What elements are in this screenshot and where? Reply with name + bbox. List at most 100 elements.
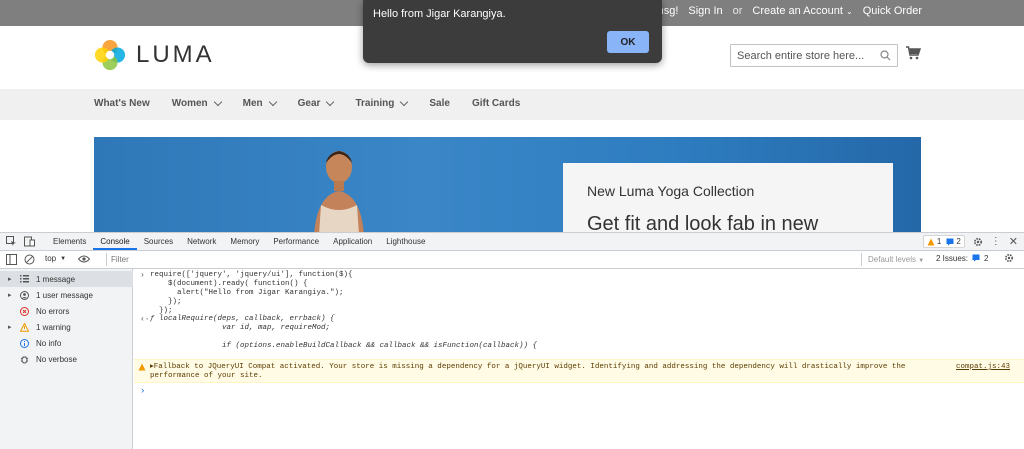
console-code-line: $(document).ready( function() { bbox=[150, 280, 308, 288]
nav-item-sale[interactable]: Sale bbox=[429, 98, 450, 109]
bug-icon bbox=[18, 355, 30, 364]
create-account-link[interactable]: Create an Account ⌄ bbox=[752, 5, 852, 17]
more-options-icon[interactable]: ⋮ bbox=[991, 236, 1001, 247]
sidebar-item-no-info[interactable]: No info bbox=[0, 335, 133, 351]
sidebar-item-label: 1 user message bbox=[36, 290, 93, 300]
warning-source-link[interactable]: compat.js:43 bbox=[956, 363, 1010, 371]
sidebar-item-label: No errors bbox=[36, 306, 70, 316]
alert-ok-button[interactable]: OK bbox=[607, 31, 649, 53]
issues-label: 2 Issues: bbox=[936, 253, 969, 263]
cart-icon[interactable] bbox=[905, 46, 921, 60]
eye-icon[interactable] bbox=[78, 255, 91, 263]
devtools-tabbar: Elements Console Sources Network Memory Perfo… bbox=[0, 233, 1024, 251]
nav-list: What's New Women Men Gear Training Sale Gift C… bbox=[94, 97, 542, 109]
hero-banner[interactable]: New Luma Yoga Collection Get fit and loo… bbox=[94, 137, 921, 232]
luma-logo[interactable]: LUMA bbox=[94, 39, 215, 71]
tab-application[interactable]: Application bbox=[326, 233, 379, 250]
console-input-entry: › require(['jquery', 'jquery/ui'], funct… bbox=[140, 271, 353, 316]
nav-item-label: Women bbox=[171, 98, 208, 109]
expand-arrow-icon[interactable]: ▸ bbox=[8, 323, 16, 331]
list-icon bbox=[18, 275, 30, 283]
nav-item-label: Gift Cards bbox=[471, 98, 521, 109]
tab-sources[interactable]: Sources bbox=[137, 233, 180, 250]
inspect-element-icon[interactable] bbox=[6, 236, 17, 247]
quick-order-link[interactable]: Quick Order bbox=[863, 5, 922, 17]
issues-button[interactable]: 2 Issues: 2 bbox=[936, 253, 1014, 263]
close-devtools-icon[interactable]: ✕ bbox=[1009, 236, 1018, 247]
alert-message: Hello from Jigar Karangiya. bbox=[373, 8, 506, 20]
devtools-tabbar-right: 1 2 ⋮ ✕ bbox=[922, 235, 1018, 248]
tab-lighthouse[interactable]: Lighthouse bbox=[379, 233, 432, 250]
console-code-line: }); bbox=[150, 298, 182, 306]
search-icon[interactable] bbox=[880, 50, 891, 61]
sidebar-toggle-icon[interactable] bbox=[6, 254, 17, 265]
devtools-tabs: Elements Console Sources Network Memory Perfo… bbox=[46, 233, 432, 250]
luma-logo-icon bbox=[94, 39, 126, 71]
yoga-model-image bbox=[314, 151, 364, 232]
console-code-line bbox=[150, 333, 537, 342]
info-icon bbox=[18, 338, 30, 348]
console-prompt[interactable]: › bbox=[140, 386, 145, 396]
console-settings-gear-icon[interactable] bbox=[1004, 253, 1014, 263]
devtools-panel: Elements Console Sources Network Memory Perfo… bbox=[0, 232, 1024, 449]
create-account-label: Create an Account bbox=[752, 5, 843, 17]
console-sidebar: ▸ 1 message ▸ 1 user message No errors ▸ 1 war… bbox=[0, 269, 133, 449]
context-selector[interactable]: top ▼ bbox=[45, 254, 91, 263]
console-output: › require(['jquery', 'jquery/ui'], funct… bbox=[134, 269, 1024, 449]
tab-performance[interactable]: Performance bbox=[266, 233, 326, 250]
tab-elements[interactable]: Elements bbox=[46, 233, 93, 250]
console-code-line: var id, map, requireMod; bbox=[150, 324, 331, 332]
nav-item-what-s-new[interactable]: What's New bbox=[94, 98, 150, 109]
console-code-line: require(['jquery', 'jquery/ui'], functio… bbox=[150, 271, 353, 279]
nav-item-gear[interactable]: Gear bbox=[298, 97, 335, 109]
tab-memory[interactable]: Memory bbox=[223, 233, 266, 250]
warning-icon bbox=[18, 322, 30, 332]
console-code-line: alert("Hello from Jigar Karangiya."); bbox=[150, 289, 344, 297]
nav-item-label: What's New bbox=[94, 98, 150, 109]
user-icon bbox=[18, 290, 30, 300]
warning-icon bbox=[927, 238, 935, 245]
console-output-entry: ‹· ƒ localRequire(deps, callback, errbac… bbox=[140, 315, 537, 351]
warnings-count: 1 bbox=[936, 237, 942, 246]
sidebar-item-1-message[interactable]: ▸ 1 message bbox=[0, 271, 133, 287]
nav-item-men[interactable]: Men bbox=[242, 97, 277, 109]
chevron-down-icon: ⌄ bbox=[846, 7, 853, 16]
console-warning-entry[interactable]: ▸Fallback to JQueryUI Compat activated. … bbox=[134, 359, 1024, 383]
console-filter-input[interactable] bbox=[106, 253, 862, 266]
context-label: top bbox=[45, 254, 57, 263]
issues-count: 2 bbox=[984, 253, 989, 263]
search-input[interactable] bbox=[731, 45, 871, 66]
sidebar-item-1-warning[interactable]: ▸ 1 warning bbox=[0, 319, 133, 335]
nav-item-women[interactable]: Women bbox=[171, 97, 222, 109]
search-box[interactable] bbox=[730, 44, 898, 67]
sidebar-item-no-verbose[interactable]: No verbose bbox=[0, 351, 133, 367]
sidebar-item-1-user-message[interactable]: ▸ 1 user message bbox=[0, 287, 133, 303]
log-levels-dropdown[interactable]: Default levels ▼ bbox=[868, 255, 924, 264]
nav-item-training[interactable]: Training bbox=[355, 97, 409, 109]
input-chevron-icon: › bbox=[140, 271, 145, 280]
console-toolbar: top ▼ Default levels ▼ 2 Issues: 2 bbox=[0, 251, 1024, 269]
promo-card: New Luma Yoga Collection Get fit and loo… bbox=[563, 163, 893, 232]
main-navigation: What's New Women Men Gear Training Sale Gift C… bbox=[0, 89, 1024, 120]
promo-title: New Luma Yoga Collection bbox=[587, 183, 755, 199]
tab-console[interactable]: Console bbox=[93, 233, 137, 250]
nav-item-label: Men bbox=[242, 98, 263, 109]
warning-icon bbox=[138, 363, 146, 371]
expand-arrow-icon[interactable]: ▸ bbox=[8, 275, 16, 283]
sidebar-item-no-errors[interactable]: No errors bbox=[0, 303, 133, 319]
warnings-badge[interactable]: 1 2 bbox=[922, 235, 965, 248]
settings-gear-icon[interactable] bbox=[973, 237, 983, 247]
device-toolbar-icon[interactable] bbox=[24, 236, 35, 247]
chevron-down-icon bbox=[268, 97, 277, 107]
expand-arrow-icon[interactable]: ▸ bbox=[8, 291, 16, 299]
clear-console-icon[interactable] bbox=[24, 254, 35, 265]
tab-network[interactable]: Network bbox=[180, 233, 223, 250]
or-separator: or bbox=[732, 5, 743, 17]
sign-in-link[interactable]: Sign In bbox=[688, 5, 722, 17]
console-code-line: ƒ localRequire(deps, callback, errback) … bbox=[150, 315, 335, 323]
message-icon bbox=[946, 238, 954, 245]
sidebar-item-label: 1 message bbox=[36, 274, 76, 284]
messages-count: 2 bbox=[956, 237, 961, 246]
nav-item-gift-cards[interactable]: Gift Cards bbox=[472, 98, 520, 109]
error-icon bbox=[18, 306, 30, 316]
